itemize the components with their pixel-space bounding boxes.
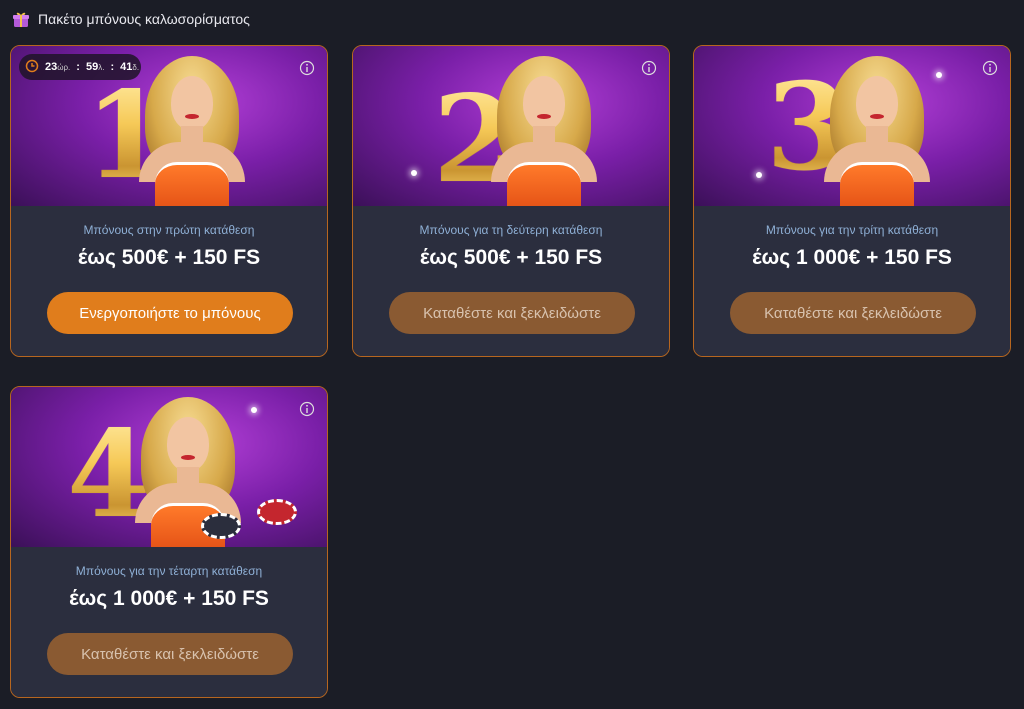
deposit-unlock-button[interactable]: Καταθέστε και ξεκλειδώστε [389,292,635,334]
card-subtitle: Μπόνους για τη δεύτερη κατάθεση [419,223,603,237]
model-illustration [479,50,609,206]
countdown-timer: 23ώρ. : 59λ. : 41δ. [19,54,141,80]
info-icon[interactable] [641,60,657,76]
activate-bonus-button[interactable]: Ενεργοποιήστε το μπόνους [47,292,293,334]
card-body: Μπόνους για την τέταρτη κατάθεση έως 1 0… [11,547,327,697]
info-icon[interactable] [299,401,315,417]
gift-icon [12,10,30,28]
card-banner: 4 [11,387,327,547]
casino-chip [257,499,297,525]
card-subtitle: Μπόνους για την τέταρτη κατάθεση [75,564,263,578]
sparkle [411,170,417,176]
model-illustration [127,50,257,206]
bonus-card-3: 3 Μπόνους για την τρίτη κατάθεση έως 1 0… [693,45,1011,357]
model-illustration [812,50,942,206]
card-body: Μπόνους για την τρίτη κατάθεση έως 1 000… [694,206,1010,356]
bonus-card-4: 4 Μπόνους για την τέταρτη κατάθεση έως 1… [10,386,328,698]
bonus-card-2: 2 Μπόνους για τη δεύτερη κατάθεση έως 50… [352,45,670,357]
card-banner: 2 [353,46,669,206]
card-banner: 3 [694,46,1010,206]
card-amount: έως 500€ + 150 FS [419,246,603,269]
deposit-unlock-button[interactable]: Καταθέστε και ξεκλειδώστε [47,633,293,675]
card-subtitle: Μπόνους στην πρώτη κατάθεση [83,223,255,237]
deposit-unlock-button[interactable]: Καταθέστε και ξεκλειδώστε [730,292,976,334]
card-subtitle: Μπόνους για την τρίτη κατάθεση [765,223,939,237]
card-amount: έως 1 000€ + 150 FS [752,246,952,269]
sparkle [756,172,762,178]
section-title: Πακέτο μπόνους καλωσορίσματος [38,11,250,27]
card-amount: έως 1 000€ + 150 FS [69,587,269,610]
card-amount: έως 500€ + 150 FS [77,246,261,269]
clock-icon [25,59,39,76]
sparkle [936,72,942,78]
card-banner: 1 23ώρ. : 59λ. : 41δ. [11,46,327,206]
info-icon[interactable] [299,60,315,76]
bonus-card-1: 1 23ώρ. : 59λ. : 41δ. Μπόνους στην πρώτη… [10,45,328,357]
section-header: Πακέτο μπόνους καλωσορίσματος [12,8,250,30]
sparkle [251,407,257,413]
card-body: Μπόνους στην πρώτη κατάθεση έως 500€ + 1… [11,206,327,356]
info-icon[interactable] [982,60,998,76]
card-body: Μπόνους για τη δεύτερη κατάθεση έως 500€… [353,206,669,356]
welcome-bonus-page: Πακέτο μπόνους καλωσορίσματος 1 23ώρ. : … [0,0,1024,709]
casino-chip [201,513,241,539]
